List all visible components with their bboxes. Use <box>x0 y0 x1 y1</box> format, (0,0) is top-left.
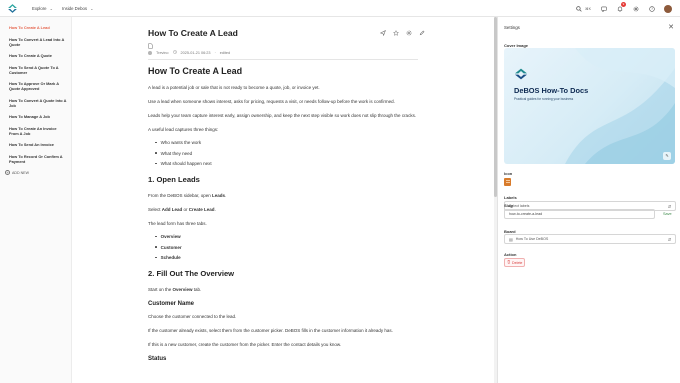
list-item: Schedule <box>155 255 430 260</box>
save-button[interactable]: Save <box>663 212 672 216</box>
chevron-down-icon: ⌄ <box>90 6 94 11</box>
doc-toolbar <box>380 30 425 36</box>
sidebar-item[interactable]: How To Convert A Quote Into A Job <box>9 98 67 108</box>
add-new-button[interactable]: + ADD NEW <box>5 170 71 175</box>
delete-button[interactable]: Delete <box>504 258 525 267</box>
star-icon[interactable] <box>393 30 399 36</box>
sidebar-item[interactable]: How To Record Or Confirm A Payment <box>9 154 67 164</box>
list-item: What should happen next <box>155 161 430 166</box>
workspace-menu[interactable]: Inside Debos ⌄ <box>62 0 93 17</box>
slug-input[interactable]: how-to-create-a-lead <box>504 209 655 219</box>
board-icon: ▤ <box>509 236 513 242</box>
bullet-list: Overview Customer Schedule <box>155 234 430 260</box>
help-icon[interactable]: ? <box>648 5 655 12</box>
add-new-label: ADD NEW <box>12 170 29 175</box>
board-value: How To Use DeBOS <box>515 237 549 241</box>
search-icon[interactable] <box>575 5 582 12</box>
cover-wave-graphic <box>565 48 675 164</box>
section-heading: 2. Fill Out The Overview <box>148 269 235 278</box>
panel-title: Settings <box>504 25 520 30</box>
search-shortcut: ⌘K <box>585 6 591 11</box>
paragraph: Use a lead when someone shows interest, … <box>148 99 395 104</box>
bullet-list: Who wants the work What they need What s… <box>155 140 430 166</box>
chevron-updown-icon: ⇵ <box>667 204 671 209</box>
svg-text:?: ? <box>651 7 653 11</box>
list-item: What they need <box>155 151 430 156</box>
labels-label: Labels <box>504 195 517 200</box>
doc-heading: How To Create A Lead <box>148 66 243 76</box>
cover-title: DeBOS How-To Docs <box>514 86 589 95</box>
chevron-updown-icon: ⇵ <box>667 237 671 242</box>
list-item: Overview <box>155 234 430 239</box>
subsection-heading: Customer Name <box>148 301 195 307</box>
list-item: Customer <box>155 245 430 250</box>
image-edit-icon[interactable]: ✎ <box>663 152 671 160</box>
paragraph: The lead form has three tabs. <box>148 221 207 226</box>
icon-label: Icon <box>504 171 513 176</box>
cover-image[interactable]: DeBOS How-To Docs Practical guides for r… <box>504 48 675 164</box>
page-title: How To Create A Lead <box>148 28 238 38</box>
bell-icon[interactable]: 9 <box>616 2 626 12</box>
book-icon[interactable] <box>504 178 511 186</box>
sidebar-item[interactable]: How To Convert A Lead Into A Quote <box>9 37 67 47</box>
paragraph: If the customer already exists, select t… <box>148 328 393 333</box>
top-bar: Explore ⌄ Inside Debos ⌄ ⌘K 9 ? <box>0 0 680 17</box>
divider <box>148 59 418 60</box>
message-icon[interactable] <box>600 5 607 12</box>
doc-meta: Trevino 2025-01-21 06:23 · edited <box>148 50 230 55</box>
paragraph: Leads help your team capture interest ea… <box>148 113 417 118</box>
debos-logo[interactable] <box>7 3 18 14</box>
edit-status: edited <box>219 50 231 55</box>
send-icon[interactable] <box>380 30 386 36</box>
list-item: Who wants the work <box>155 140 430 145</box>
gear-icon[interactable] <box>632 5 639 12</box>
explore-menu[interactable]: Explore ⌄ <box>32 0 53 17</box>
sidebar: How To Create A Lead How To Convert A Le… <box>0 17 72 383</box>
paragraph: A lead is a potential job or sale that i… <box>148 85 320 90</box>
sidebar-item[interactable]: How To Create An Invoice From A Job <box>9 126 67 136</box>
close-icon[interactable]: ✕ <box>668 23 674 31</box>
settings-panel: Settings ✕ Cover Image DeBOS How-To Docs… <box>497 17 680 383</box>
paragraph: Start on the Overview tab. <box>148 287 202 292</box>
notification-badge: 9 <box>621 2 626 7</box>
section-heading: 1. Open Leads <box>148 175 200 184</box>
slug-value: how-to-create-a-lead <box>509 212 543 216</box>
author-name: Trevino <box>156 50 169 55</box>
trash-icon <box>507 260 511 265</box>
sidebar-item[interactable]: How To Send An Invoice <box>9 142 67 147</box>
settings-icon[interactable] <box>406 30 412 36</box>
paragraph: Select Add Lead or Create Lead. <box>148 207 216 212</box>
sidebar-item[interactable]: How To Send A Quote To A Customer <box>9 65 67 75</box>
sidebar-item[interactable]: How To Create A Quote <box>9 53 67 58</box>
sidebar-item[interactable]: How To Create A Lead <box>9 25 67 30</box>
avatar[interactable] <box>664 4 672 13</box>
paragraph: Choose the customer connected to the lea… <box>148 314 237 319</box>
document-area: How To Create A Lead Trevino 2025-01-21 … <box>72 17 492 383</box>
clock-icon <box>172 50 177 55</box>
delete-label: Delete <box>512 260 523 265</box>
slug-label: Slug <box>504 203 513 208</box>
workspace-label: Inside Debos <box>62 6 88 11</box>
sidebar-item[interactable]: How To Approve Or Mark A Quote Approved <box>9 81 67 91</box>
updated-date: 2025-01-21 06:23 <box>180 50 211 55</box>
debos-logo <box>515 68 527 80</box>
subsection-heading: Status <box>148 356 167 362</box>
plus-icon: + <box>5 170 10 175</box>
author-avatar <box>148 50 152 55</box>
meta-separator: · <box>214 50 216 55</box>
paragraph: A useful lead captures three things: <box>148 127 219 132</box>
explore-label: Explore <box>32 6 47 11</box>
document-body: How To Create A Lead A lead is a potenti… <box>148 66 430 369</box>
sidebar-item[interactable]: How To Manage A Job <box>9 114 67 119</box>
paragraph: If this is a new customer, create the cu… <box>148 342 342 347</box>
board-select[interactable]: ▤ How To Use DeBOS ⇵ <box>504 234 676 244</box>
chevron-down-icon: ⌄ <box>49 6 53 11</box>
paragraph: From the DeBOS sidebar, open Leads. <box>148 193 227 198</box>
action-label: Action <box>504 252 517 257</box>
cover-subtitle: Practical guides for running your busine… <box>514 97 574 101</box>
edit-icon[interactable] <box>419 30 425 36</box>
